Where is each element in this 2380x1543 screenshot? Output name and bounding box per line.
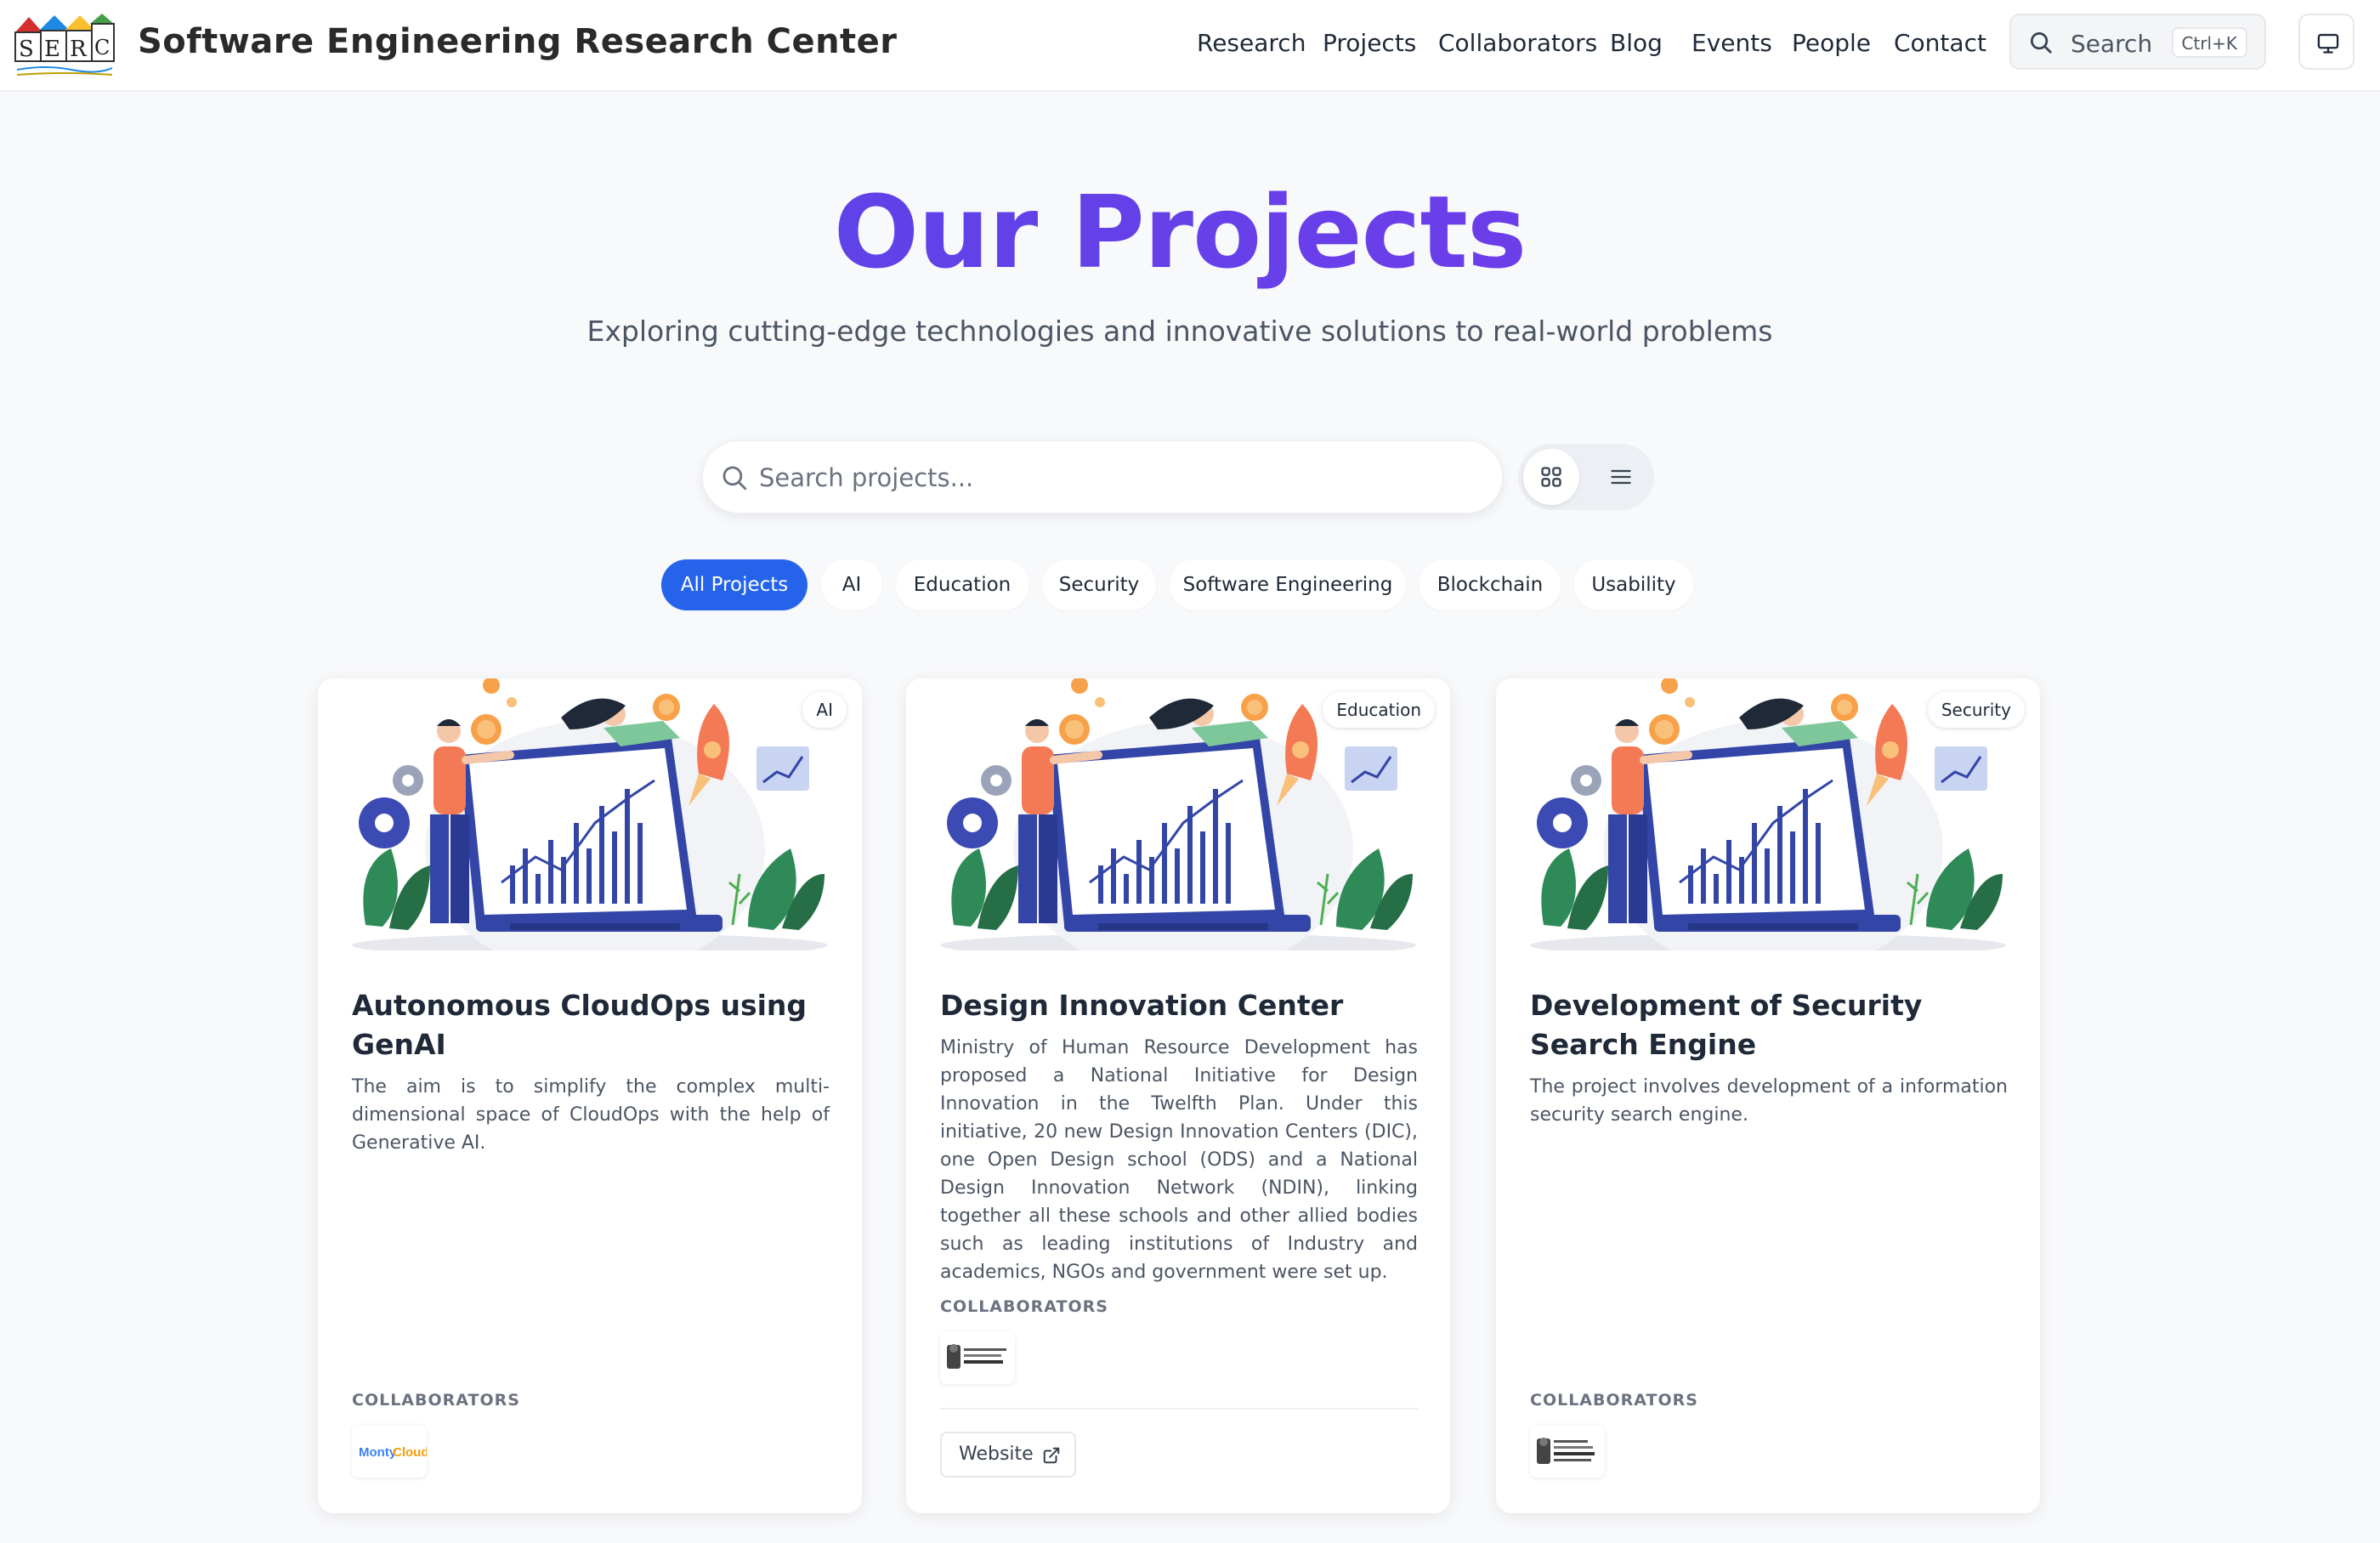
category-badge: AI bbox=[802, 692, 847, 728]
collaborators-label: COLLABORATORS bbox=[1530, 1391, 1698, 1410]
project-card[interactable]: AI Autonomous CloudOps using GenAI The a… bbox=[318, 678, 862, 1513]
card-divider bbox=[940, 1408, 1418, 1410]
project-description: The project involves development of a in… bbox=[1530, 1076, 2008, 1126]
svg-text:Cloud: Cloud bbox=[393, 1445, 427, 1460]
view-toggle bbox=[1518, 444, 1654, 510]
project-title[interactable]: Development of Security Search Engine bbox=[1530, 986, 2014, 1064]
category-badge: Education bbox=[1323, 692, 1435, 728]
theme-toggle-button[interactable] bbox=[2298, 14, 2354, 70]
nav-projects[interactable]: Projects bbox=[1323, 29, 1416, 57]
grid-icon bbox=[1541, 467, 1561, 487]
nav-blog[interactable]: Blog bbox=[1610, 29, 1663, 57]
project-title[interactable]: Design Innovation Center bbox=[940, 986, 1425, 1025]
nav-collaborators[interactable]: Collaborators bbox=[1438, 29, 1597, 57]
filter-education[interactable]: Education bbox=[896, 559, 1028, 610]
nav-people[interactable]: People bbox=[1792, 29, 1871, 57]
search-icon bbox=[722, 466, 747, 491]
grid-view-button[interactable] bbox=[1523, 449, 1579, 505]
monitor-icon bbox=[2317, 33, 2339, 54]
montycloud-logo: Monty Cloud bbox=[359, 1445, 429, 1460]
list-icon bbox=[1611, 469, 1631, 485]
search-icon bbox=[2031, 32, 2052, 54]
svg-text:C: C bbox=[94, 36, 110, 60]
list-view-button[interactable] bbox=[1593, 449, 1649, 505]
filter-usability[interactable]: Usability bbox=[1574, 559, 1693, 610]
project-description: Ministry of Human Resource Development h… bbox=[940, 1037, 1418, 1283]
ministry-of-education-logo bbox=[947, 1344, 1006, 1369]
collaborators-label: COLLABORATORS bbox=[352, 1391, 520, 1410]
site-header: S E R C Software Engineering Research Ce… bbox=[0, 0, 2380, 92]
search-label: Search bbox=[2071, 30, 2153, 58]
website-button[interactable]: Website bbox=[940, 1432, 1076, 1478]
filter-security[interactable]: Security bbox=[1042, 559, 1156, 610]
collaborator-logo[interactable] bbox=[940, 1331, 1015, 1384]
project-card[interactable]: Security Development of Security Search … bbox=[1496, 678, 2040, 1513]
project-illustration bbox=[348, 678, 831, 950]
project-search-bar bbox=[702, 440, 1503, 513]
filter-ai[interactable]: AI bbox=[821, 559, 882, 610]
svg-text:Monty: Monty bbox=[359, 1445, 397, 1460]
filter-all-projects[interactable]: All Projects bbox=[661, 559, 808, 610]
nav-contact[interactable]: Contact bbox=[1894, 29, 1986, 57]
page-title: Our Projects bbox=[0, 173, 2360, 291]
filter-blockchain[interactable]: Blockchain bbox=[1420, 559, 1561, 610]
svg-text:E: E bbox=[44, 37, 60, 62]
svg-text:S: S bbox=[19, 37, 34, 62]
project-description: The aim is to simplify the complex multi… bbox=[352, 1076, 830, 1154]
page-subtitle: Exploring cutting-edge technologies and … bbox=[586, 315, 1773, 348]
serc-logo[interactable]: S E R C bbox=[12, 9, 116, 78]
project-title[interactable]: Autonomous CloudOps using GenAI bbox=[352, 986, 836, 1064]
project-card[interactable]: Education Design Innovation Center Minis… bbox=[906, 678, 1450, 1513]
website-label: Website bbox=[959, 1444, 1034, 1465]
site-title[interactable]: Software Engineering Research Center bbox=[138, 22, 898, 61]
collaborator-logo[interactable] bbox=[1530, 1425, 1605, 1478]
site-search-button[interactable]: Search Ctrl+K bbox=[2009, 14, 2266, 70]
svg-text:R: R bbox=[70, 37, 88, 62]
nav-research[interactable]: Research bbox=[1197, 29, 1306, 57]
nav-events[interactable]: Events bbox=[1692, 29, 1772, 57]
filter-software-engineering[interactable]: Software Engineering bbox=[1170, 559, 1406, 610]
search-shortcut: Ctrl+K bbox=[2171, 27, 2247, 58]
external-link-icon bbox=[1043, 1447, 1059, 1464]
project-search-input[interactable] bbox=[759, 457, 1473, 499]
collaborators-label: COLLABORATORS bbox=[940, 1297, 1108, 1316]
ministry-of-science-logo bbox=[1537, 1438, 1595, 1464]
category-badge: Security bbox=[1927, 692, 2025, 728]
collaborator-logo[interactable]: Monty Cloud bbox=[352, 1425, 429, 1478]
